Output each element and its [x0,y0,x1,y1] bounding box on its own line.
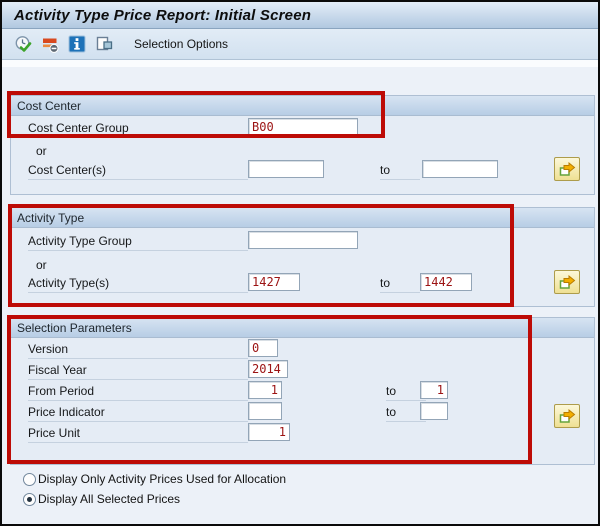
variant-icon [41,35,60,54]
cost-center-multiple-selection-button[interactable] [554,157,580,181]
cost-center-or-label: or [36,144,47,158]
title-bar: Activity Type Price Report: Initial Scre… [2,2,598,29]
copy-selection-icon [95,35,114,54]
price-indicator-label: Price Indicator [28,405,248,422]
from-period-input[interactable] [248,381,282,399]
activity-type-or-label: or [36,258,47,272]
fiscal-year-label: Fiscal Year [28,363,248,380]
cost-centers-to-label: to [380,163,420,180]
content-top-strip [2,60,598,67]
radio-label[interactable]: Display All Selected Prices [38,492,180,506]
selection-parameters-multiple-selection-button[interactable] [554,404,580,428]
price-unit-input[interactable] [248,423,290,441]
multiple-selection-icon [559,161,576,177]
cost-centers-to-input[interactable] [422,160,498,178]
cost-centers-from-input[interactable] [248,160,324,178]
from-period-label: From Period [28,384,248,401]
info-button[interactable] [66,33,88,55]
execute-icon [14,35,33,54]
group-activity-type-title: Activity Type [17,211,84,225]
copy-selection-button[interactable] [93,33,115,55]
multiple-selection-icon [559,274,576,290]
price-indicator-to-input[interactable] [420,402,448,420]
execute-button[interactable] [12,33,34,55]
info-icon [68,35,86,53]
group-cost-center-header: Cost Center [11,96,594,116]
radio-display-only-allocation[interactable]: Display Only Activity Prices Used for Al… [23,472,286,486]
radio-button-icon[interactable] [23,493,36,506]
cost-center-group-input[interactable] [248,118,358,136]
from-period-to-input[interactable] [420,381,448,399]
get-variant-button[interactable] [39,33,61,55]
group-activity-type-header: Activity Type [11,208,594,228]
price-indicator-input[interactable] [248,402,282,420]
application-toolbar: Selection Options [2,29,598,60]
fiscal-year-input[interactable] [248,360,288,378]
group-cost-center-title: Cost Center [17,99,81,113]
radio-label[interactable]: Display Only Activity Prices Used for Al… [38,472,286,486]
activity-types-from-input[interactable] [248,273,300,291]
group-cost-center: Cost Center Cost Center Group or Cost Ce… [10,95,595,195]
group-selection-parameters: Selection Parameters Version Fiscal Year… [10,317,595,465]
selection-options-button[interactable]: Selection Options [130,35,232,53]
page-title: Activity Type Price Report: Initial Scre… [14,7,311,24]
activity-type-multiple-selection-button[interactable] [554,270,580,294]
multiple-selection-icon [559,408,576,424]
screen-body: Cost Center Cost Center Group or Cost Ce… [2,60,598,523]
group-selection-parameters-title: Selection Parameters [17,321,132,335]
group-activity-type: Activity Type Activity Type Group or Act… [10,207,595,307]
group-selection-parameters-header: Selection Parameters [11,318,594,338]
version-input[interactable] [248,339,278,357]
cost-centers-label: Cost Center(s) [28,163,248,180]
sap-window: Activity Type Price Report: Initial Scre… [0,0,600,526]
version-label: Version [28,342,248,359]
activity-type-group-label: Activity Type Group [28,234,248,251]
price-unit-label: Price Unit [28,426,248,443]
cost-center-group-label: Cost Center Group [28,121,248,138]
activity-types-to-input[interactable] [420,273,472,291]
radio-display-all-selected[interactable]: Display All Selected Prices [23,492,180,506]
activity-type-group-input[interactable] [248,231,358,249]
activity-types-to-label: to [380,276,420,293]
activity-types-label: Activity Type(s) [28,276,248,293]
radio-button-icon[interactable] [23,473,36,486]
